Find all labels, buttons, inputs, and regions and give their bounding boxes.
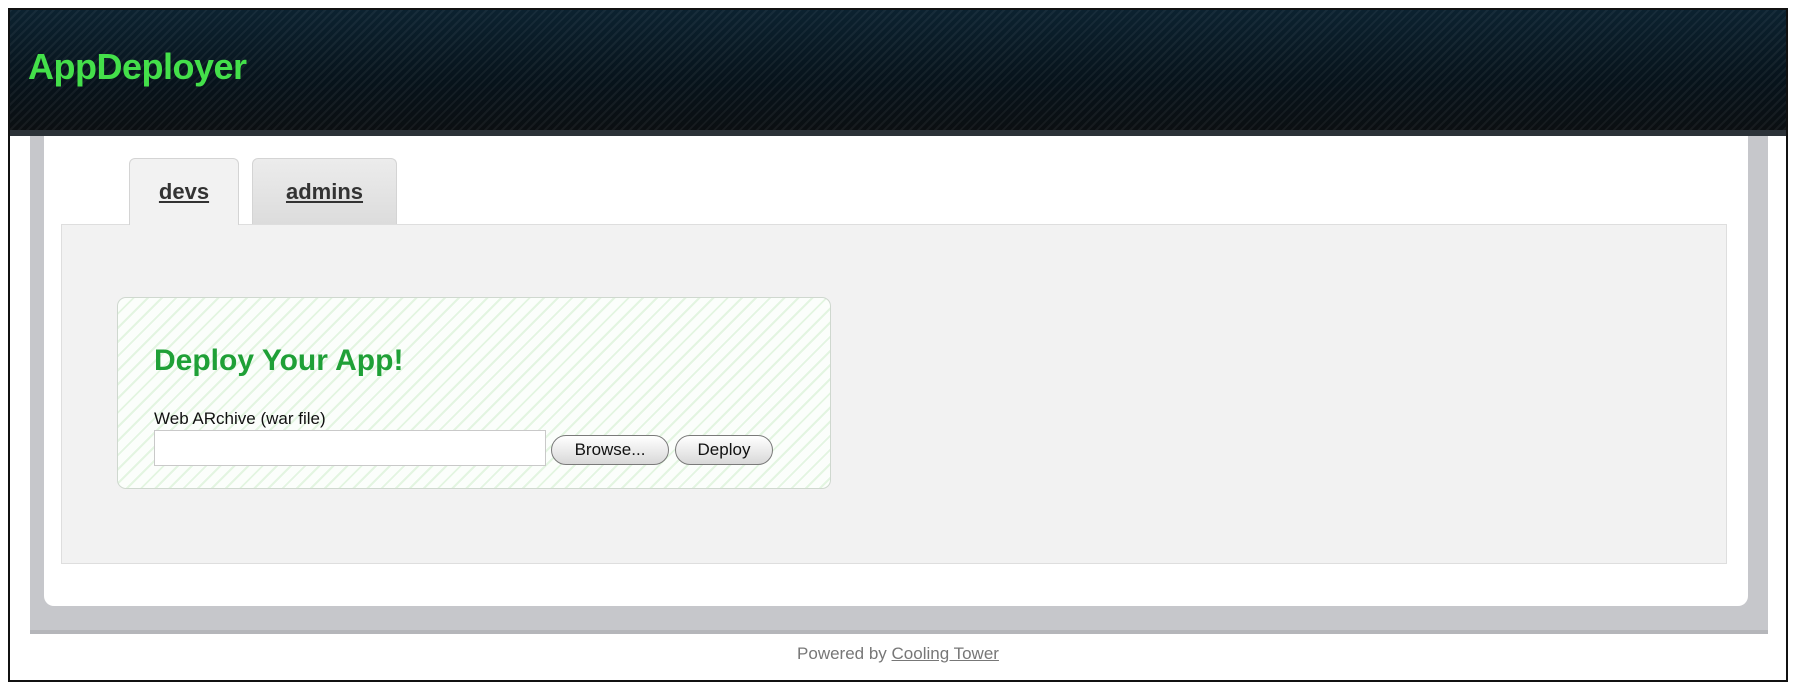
war-file-input[interactable] [154,430,546,466]
tab-devs-label[interactable]: devs [159,179,209,205]
app-logo-text[interactable]: AppDeployer [28,46,247,88]
deploy-button[interactable]: Deploy [675,435,773,465]
browse-button[interactable]: Browse... [551,435,669,465]
tab-admins[interactable]: admins [252,158,397,224]
content-wrapper: devs admins Deploy Your App! Web ARchive… [30,136,1768,634]
tab-panel-devs: Deploy Your App! Web ARchive (war file) … [61,224,1727,564]
tab-devs[interactable]: devs [129,158,239,225]
deploy-form-box: Deploy Your App! Web ARchive (war file) … [117,297,831,489]
tab-admins-label[interactable]: admins [286,179,363,205]
browser-viewport: AppDeployer devs admins Deploy Your App!… [8,8,1788,682]
main-card: devs admins Deploy Your App! Web ARchive… [44,136,1748,606]
deploy-title: Deploy Your App! [154,344,404,377]
war-file-label: Web ARchive (war file) [154,409,326,428]
app-header: AppDeployer [10,10,1786,136]
cooling-tower-link[interactable]: Cooling Tower [892,644,999,663]
footer: Powered by Cooling Tower [10,644,1786,664]
footer-prefix: Powered by [797,644,892,663]
